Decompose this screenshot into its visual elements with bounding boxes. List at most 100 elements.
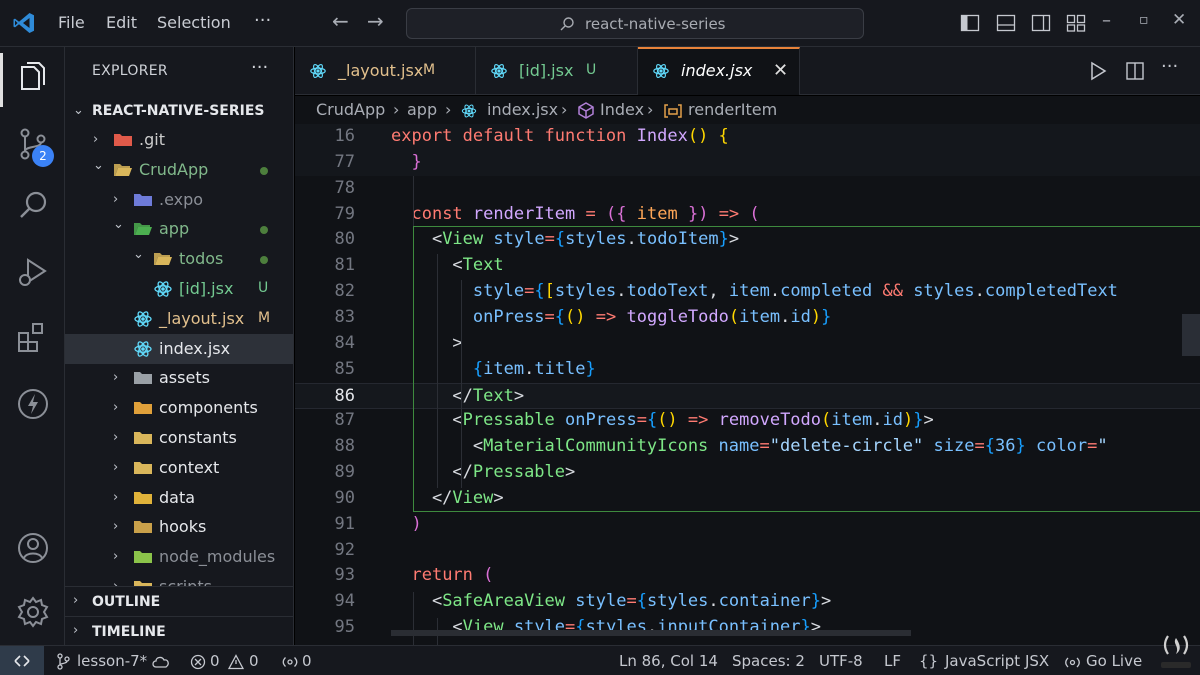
outline-section[interactable]: › OUTLINE bbox=[65, 586, 293, 616]
tree-item-label: node_modules bbox=[159, 547, 276, 567]
code-line[interactable]: 78 bbox=[295, 176, 1200, 202]
customize-layout-icon[interactable] bbox=[1066, 13, 1086, 33]
code-text: <SafeAreaView style={styles.container}> bbox=[391, 591, 832, 612]
search-icon bbox=[560, 17, 574, 31]
tree-item[interactable]: ⌄ app bbox=[65, 214, 293, 244]
warning-count[interactable]: 0 bbox=[249, 652, 259, 670]
indentation[interactable]: Spaces: 2 bbox=[732, 652, 805, 670]
minimize-icon[interactable]: – bbox=[1102, 10, 1111, 31]
command-center-search[interactable]: react-native-series bbox=[406, 8, 864, 39]
tree-item[interactable]: › context bbox=[65, 453, 293, 483]
editor-tab-bar: _layout.jsx M [id].jsx U index.jsx ✕ ··· bbox=[295, 47, 1200, 95]
menu-file[interactable]: File bbox=[58, 13, 85, 32]
code-editor[interactable]: 16 export default function Index() {77 } 7… bbox=[295, 124, 1200, 645]
git-branch[interactable]: lesson-7* bbox=[77, 652, 147, 670]
folder-icon bbox=[134, 402, 152, 415]
menu-more-button[interactable]: ··· bbox=[254, 10, 271, 31]
split-editor-icon[interactable] bbox=[1125, 61, 1145, 81]
horizontal-scrollbar[interactable] bbox=[391, 630, 911, 636]
back-arrow-icon[interactable]: ← bbox=[332, 9, 349, 33]
chevron-down-icon: ⌄ bbox=[133, 247, 144, 263]
tab-label: index.jsx bbox=[681, 61, 753, 80]
tree-item[interactable]: › node_modules bbox=[65, 542, 293, 572]
breadcrumb-index[interactable]: Index bbox=[600, 100, 644, 119]
scrollbar-thumb[interactable] bbox=[1182, 314, 1200, 356]
breadcrumb-crudapp[interactable]: CrudApp bbox=[316, 100, 385, 119]
run-icon[interactable] bbox=[1089, 61, 1107, 81]
run-debug-icon[interactable] bbox=[14, 253, 52, 291]
tree-item-label: data bbox=[159, 487, 196, 507]
toggle-secondary-sidebar-icon[interactable] bbox=[1031, 13, 1051, 33]
tree-item[interactable]: [id].jsx U bbox=[65, 274, 293, 304]
chevron-down-icon: ⌄ bbox=[93, 157, 104, 173]
editor-tab[interactable]: index.jsx ✕ bbox=[638, 47, 800, 95]
code-line[interactable]: 77 } bbox=[295, 149, 1200, 176]
editor-tab[interactable]: _layout.jsx M bbox=[295, 47, 476, 95]
language-mode[interactable]: JavaScript JSX bbox=[945, 652, 1049, 670]
tree-item[interactable]: › data bbox=[65, 483, 293, 513]
cursor-position[interactable]: Ln 86, Col 14 bbox=[619, 652, 718, 670]
tree-item[interactable]: ⌄ CrudApp bbox=[65, 155, 293, 185]
toggle-panel-icon[interactable] bbox=[996, 13, 1016, 33]
tree-item[interactable]: › hooks bbox=[65, 512, 293, 542]
close-tab-icon[interactable]: ✕ bbox=[773, 60, 788, 81]
maximize-icon[interactable]: ▫ bbox=[1139, 12, 1149, 28]
settings-gear-icon[interactable] bbox=[14, 593, 52, 631]
tree-item[interactable]: › .git bbox=[65, 125, 293, 155]
tree-item[interactable]: › .expo bbox=[65, 185, 293, 215]
react-icon bbox=[310, 64, 326, 78]
folder-icon bbox=[114, 163, 132, 176]
go-live-button[interactable]: Go Live bbox=[1086, 652, 1142, 670]
tree-item[interactable]: ⌄ todos bbox=[65, 244, 293, 274]
folder-icon bbox=[134, 461, 152, 474]
line-number: 84 bbox=[334, 332, 355, 353]
symbol-method-icon bbox=[578, 102, 594, 119]
encoding[interactable]: UTF-8 bbox=[819, 652, 863, 670]
tree-item-label: [id].jsx bbox=[179, 279, 234, 298]
explorer-icon[interactable] bbox=[14, 59, 52, 97]
folder-icon bbox=[154, 253, 172, 266]
tree-item[interactable]: _layout.jsx M bbox=[65, 304, 293, 334]
folder-icon bbox=[134, 193, 152, 206]
search-icon[interactable] bbox=[14, 187, 52, 225]
workspace-root[interactable]: ⌄ REACT-NATIVE-SERIES bbox=[65, 99, 293, 125]
error-count[interactable]: 0 bbox=[210, 652, 220, 670]
code-line[interactable]: 16 export default function Index() { bbox=[295, 124, 1200, 150]
tree-item[interactable]: index.jsx bbox=[65, 333, 293, 364]
lightning-icon[interactable] bbox=[14, 385, 52, 423]
sync-cloud-icon[interactable] bbox=[152, 655, 170, 669]
close-window-icon[interactable]: ✕ bbox=[1172, 10, 1186, 30]
forward-arrow-icon[interactable]: → bbox=[367, 9, 384, 33]
account-icon[interactable] bbox=[14, 529, 52, 567]
breadcrumb-renderitem[interactable]: renderItem bbox=[688, 100, 777, 119]
go-live-icon bbox=[1065, 657, 1080, 668]
code-line[interactable]: 93 return ( bbox=[295, 563, 1200, 589]
breadcrumb-sep: › bbox=[647, 100, 654, 119]
editor-tab[interactable]: [id].jsx U bbox=[476, 47, 638, 95]
folder-icon bbox=[134, 521, 152, 534]
code-line[interactable]: 95 <View style={styles.inputContainer}> bbox=[295, 615, 1200, 641]
code-line[interactable]: 79 const renderItem = ({ item }) => ( bbox=[295, 202, 1200, 228]
code-line[interactable]: 92 bbox=[295, 538, 1200, 564]
editor-more-button[interactable]: ··· bbox=[1161, 56, 1178, 77]
channel-logo-icon bbox=[1161, 635, 1191, 668]
tree-item[interactable]: › assets bbox=[65, 363, 293, 393]
breadcrumb-file[interactable]: index.jsx bbox=[487, 100, 558, 119]
code-line[interactable]: 94 <SafeAreaView style={styles.container… bbox=[295, 589, 1200, 615]
tree-item[interactable]: › components bbox=[65, 393, 293, 423]
toggle-primary-sidebar-icon[interactable] bbox=[960, 13, 980, 33]
extensions-icon[interactable] bbox=[14, 319, 52, 357]
code-line[interactable]: 91 ) bbox=[295, 512, 1200, 538]
tree-item-label: .expo bbox=[159, 189, 204, 209]
timeline-section[interactable]: › TIMELINE bbox=[65, 616, 293, 645]
ports-count[interactable]: 0 bbox=[302, 652, 312, 670]
menu-edit[interactable]: Edit bbox=[106, 13, 137, 32]
tree-item-label: todos bbox=[179, 249, 224, 269]
menu-selection[interactable]: Selection bbox=[157, 13, 231, 32]
explorer-more-button[interactable]: ··· bbox=[251, 57, 268, 78]
breadcrumb-app[interactable]: app bbox=[407, 100, 437, 119]
tree-item[interactable]: › constants bbox=[65, 423, 293, 453]
end-of-line[interactable]: LF bbox=[884, 652, 901, 670]
braces-icon: {} bbox=[919, 652, 939, 670]
remote-indicator[interactable] bbox=[0, 646, 44, 675]
